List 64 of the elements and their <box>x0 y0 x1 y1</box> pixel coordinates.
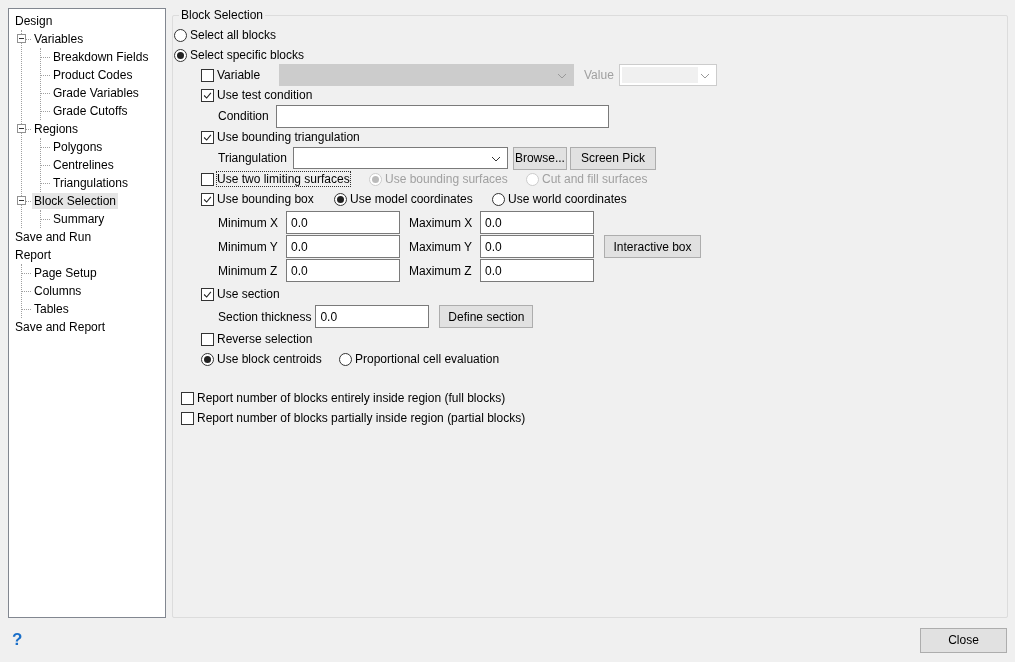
collapse-icon[interactable] <box>17 124 26 133</box>
collapse-icon[interactable] <box>17 196 26 205</box>
tree-item[interactable]: Page Setup <box>32 265 99 281</box>
collapse-icon[interactable] <box>17 34 26 43</box>
field-label: Triangulation <box>218 151 287 165</box>
tree-item[interactable]: Breakdown Fields <box>51 49 151 65</box>
tree-item[interactable]: Centrelines <box>51 157 116 173</box>
checkbox[interactable]: Use bounding box <box>201 192 334 206</box>
tree-item[interactable]: Summary <box>51 211 107 227</box>
tree-item[interactable]: Triangulations <box>51 175 130 191</box>
push-button[interactable]: Browse... <box>512 146 567 170</box>
tree-item[interactable]: Product Codes <box>51 67 135 83</box>
field-label: Maximum Y <box>408 239 474 254</box>
coordinate-field[interactable]: 0.0 <box>480 235 594 258</box>
caret-icon <box>700 73 710 79</box>
tree-item[interactable]: Tables <box>32 301 71 317</box>
checkbox[interactable]: Use two limiting surfaces <box>201 172 369 186</box>
coordinate-field[interactable]: 0.0 <box>286 259 400 282</box>
tree-item[interactable]: Regions <box>32 121 81 137</box>
radio-button[interactable]: Select all blocks <box>174 28 277 42</box>
field-label: Minimum Z <box>218 263 279 278</box>
field-label: Minimum Y <box>218 239 279 254</box>
section-thickness-field[interactable]: 0.0 <box>315 305 430 328</box>
field-label: Maximum Z <box>408 263 473 278</box>
tree-item[interactable]: Grade Variables <box>51 85 141 101</box>
push-button[interactable]: Screen Pick <box>569 146 656 170</box>
value-label: Value <box>584 68 615 82</box>
checkbox[interactable]: Variable <box>201 68 279 82</box>
checkbox[interactable]: Use section <box>201 287 280 301</box>
caret-icon <box>490 156 501 162</box>
tree-item[interactable]: Save and Run <box>13 229 94 245</box>
help-icon[interactable]: ? <box>12 630 23 650</box>
close-button[interactable]: Close <box>920 627 1007 653</box>
tree-item[interactable]: Block Selection <box>32 193 119 209</box>
coordinate-field[interactable]: 0.0 <box>480 211 594 234</box>
field-label: Condition <box>218 109 269 123</box>
radio-button[interactable]: Proportional cell evaluation <box>339 352 500 366</box>
triangulation-dropdown[interactable] <box>292 147 508 169</box>
define-section-button[interactable]: Define section <box>439 305 534 328</box>
tree-item[interactable]: Design <box>13 13 55 29</box>
tree-item[interactable]: Columns <box>32 283 84 299</box>
radio-button[interactable]: Use block centroids <box>201 352 339 366</box>
checkbox[interactable]: Use test condition <box>201 88 313 102</box>
coordinate-field[interactable]: 0.0 <box>286 235 400 258</box>
tree-item[interactable]: Grade Cutoffs <box>51 103 130 119</box>
field-label: Maximum X <box>408 215 474 230</box>
radio-button[interactable]: Use world coordinates <box>492 192 627 206</box>
field-label: Minimum X <box>218 215 279 230</box>
checkbox[interactable]: Report number of blocks partially inside region (partial blocks) <box>181 411 526 425</box>
coordinate-field[interactable]: 0.0 <box>286 211 400 234</box>
condition-field[interactable] <box>275 104 609 128</box>
checkbox[interactable]: Reverse selection <box>201 332 313 346</box>
radio-button[interactable]: Select specific blocks <box>174 48 305 62</box>
field-label: Section thickness <box>218 309 312 324</box>
coordinate-field[interactable]: 0.0 <box>480 259 594 282</box>
caret-icon <box>557 73 567 79</box>
interactive-box-button[interactable]: Interactive box <box>604 235 701 258</box>
tree-item[interactable]: Variables <box>32 31 86 47</box>
tree-item[interactable]: Save and Report <box>13 319 108 335</box>
checkbox[interactable]: Report number of blocks entirely inside region (full blocks) <box>181 391 506 405</box>
tree-item[interactable]: Polygons <box>51 139 105 155</box>
checkbox[interactable]: Use bounding triangulation <box>201 130 360 144</box>
radio-button[interactable]: Use model coordinates <box>334 192 492 206</box>
tree-item[interactable]: Report <box>13 247 54 263</box>
